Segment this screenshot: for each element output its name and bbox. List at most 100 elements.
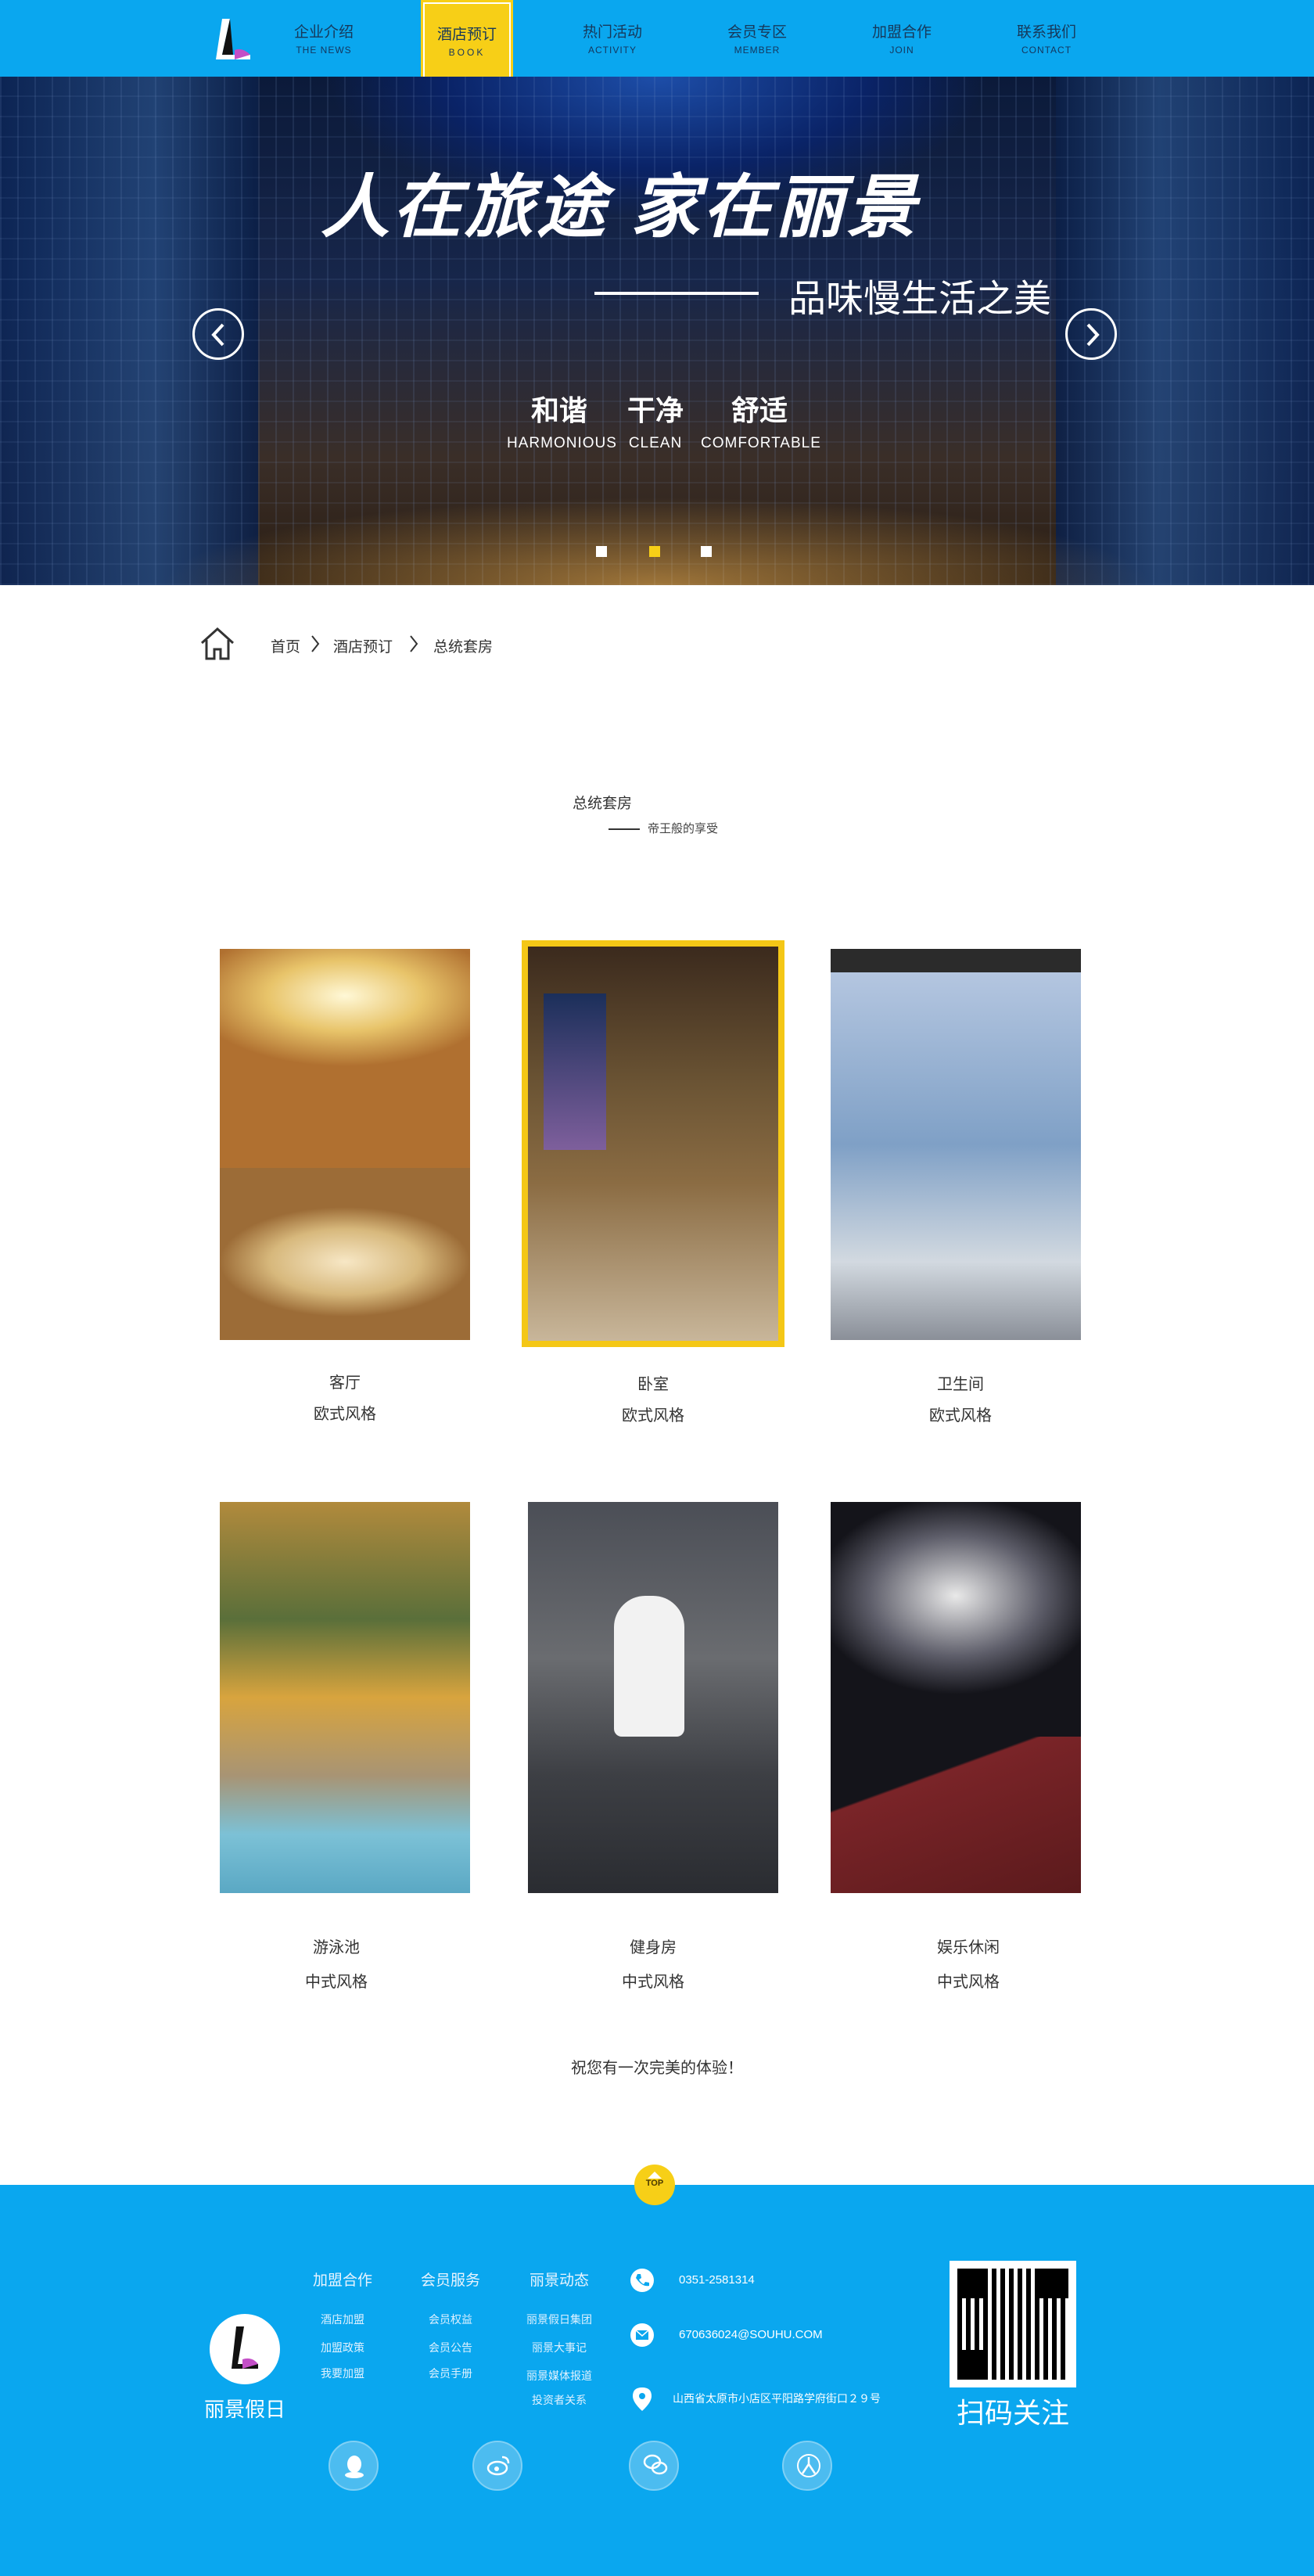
hero-keyword: 干净 CLEAN <box>623 388 688 452</box>
hero-keyword-en: COMFORTABLE <box>701 435 821 451</box>
back-to-top-button[interactable]: TOP <box>634 2165 675 2205</box>
section-subtitle: 帝王般的享受 <box>609 820 718 836</box>
room-caption: 游泳池 中式风格 <box>211 1932 461 1998</box>
nav-label-en: BOOK <box>448 47 486 58</box>
footer <box>0 2185 1314 2576</box>
room-caption: 卧室 欧式风格 <box>528 1369 778 1432</box>
room-name: 娱乐休闲 <box>937 1939 1000 1956</box>
chevron-right-icon <box>1086 323 1100 347</box>
top-label: TOP <box>645 2179 664 2188</box>
footer-link[interactable]: 会员权益 <box>404 2305 497 2333</box>
hero-subtitle: 品味慢生活之美 <box>788 278 1052 320</box>
chevron-left-icon <box>211 323 224 347</box>
nav-label: 联系我们 <box>1016 24 1076 41</box>
room-name: 健身房 <box>630 1939 677 1956</box>
prev-slide-button[interactable] <box>192 308 244 360</box>
nav-item-book[interactable]: 酒店预订 BOOK <box>421 0 513 88</box>
room-style: 中式风格 <box>622 1974 684 1991</box>
nav-item-join[interactable]: 加盟合作 JOIN <box>854 0 950 77</box>
footer-col-heading: 会员服务 <box>420 2272 480 2289</box>
nav-item-news[interactable]: 企业介绍 THE NEWS <box>276 0 372 77</box>
footer-link[interactable]: 丽景假日集团 <box>512 2305 606 2333</box>
nav-label-en: JOIN <box>889 45 914 56</box>
slide-dot[interactable] <box>701 546 712 557</box>
nav-item-member[interactable]: 会员专区 MEMBER <box>709 0 805 77</box>
footer-link[interactable]: 加盟政策 <box>296 2333 390 2362</box>
next-slide-button[interactable] <box>1065 308 1117 360</box>
footer-link[interactable]: 丽景媒体报道 <box>512 2362 606 2390</box>
weibo-icon[interactable] <box>472 2441 522 2491</box>
location-icon <box>630 2386 654 2411</box>
qr-code-pattern <box>957 2269 1068 2380</box>
hero-keyword: 舒适 COMFORTABLE <box>701 388 821 452</box>
phone-icon <box>630 2269 654 2292</box>
footer-column-member: 会员服务 会员权益 会员公告 会员手册 <box>404 2269 497 2385</box>
room-name: 客厅 <box>329 1374 361 1392</box>
nav-label-en: MEMBER <box>734 45 781 56</box>
hero-keyword-zh: 干净 <box>626 394 684 426</box>
footer-link[interactable]: 投资者关系 <box>512 2390 606 2410</box>
wechat-icon[interactable] <box>629 2441 679 2491</box>
footer-link[interactable]: 我要加盟 <box>296 2362 390 2385</box>
room-photo-entertainment[interactable] <box>831 1502 1081 1893</box>
room-style: 中式风格 <box>305 1974 368 1991</box>
nav-label: 加盟合作 <box>871 24 932 41</box>
room-caption: 卫生间 欧式风格 <box>835 1369 1086 1432</box>
home-icon[interactable] <box>199 626 236 662</box>
room-photo-living[interactable] <box>220 949 470 1340</box>
qr-code <box>950 2261 1076 2387</box>
footer-link[interactable]: 酒店加盟 <box>296 2305 390 2333</box>
subtitle-rule <box>609 828 640 831</box>
nav-label: 酒店预订 <box>436 27 497 43</box>
nav-label: 企业介绍 <box>293 24 354 41</box>
logo-icon[interactable] <box>211 16 255 63</box>
room-photo-pool[interactable] <box>220 1502 470 1893</box>
breadcrumb-home[interactable]: 首页 <box>271 635 300 656</box>
nav-label-en: ACTIVITY <box>587 45 637 56</box>
room-style: 欧式风格 <box>929 1407 992 1425</box>
nav-label: 热门活动 <box>582 24 642 41</box>
hero-title: 人在旅途 家在丽景 <box>321 168 919 246</box>
room-name: 卫生间 <box>937 1376 984 1393</box>
chevron-right-icon <box>311 635 320 652</box>
room-name: 游泳池 <box>313 1939 360 1956</box>
hero-keyword: 和谐 HARMONIOUS <box>507 388 617 452</box>
nav-item-contact[interactable]: 联系我们 CONTACT <box>999 0 1094 77</box>
top-nav: 企业介绍 THE NEWS 酒店预订 BOOK 热门活动 ACTIVITY 会员… <box>0 0 1314 88</box>
hero-keyword-zh: 和谐 <box>530 394 587 426</box>
nav-item-activity[interactable]: 热门活动 ACTIVITY <box>565 0 660 77</box>
hero-banner: 人在旅途 家在丽景 品味慢生活之美 和谐 HARMONIOUS 干净 CLEAN… <box>0 77 1314 585</box>
room-photo-bathroom[interactable] <box>831 949 1081 1340</box>
contact-text: 山西省太原市小店区平阳路学府街口２９号 <box>673 2392 881 2405</box>
renren-icon[interactable] <box>782 2441 832 2491</box>
footer-brand: 丽景假日 <box>203 2398 285 2421</box>
caret-up-icon <box>648 2172 662 2179</box>
room-style: 欧式风格 <box>314 1406 376 1423</box>
room-photo-gym[interactable] <box>528 1502 778 1893</box>
qr-label: 扫码关注 <box>956 2397 1069 2429</box>
room-style: 欧式风格 <box>622 1407 684 1425</box>
slide-dot-active[interactable] <box>649 546 660 557</box>
breadcrumb-current: 总统套房 <box>433 639 494 656</box>
nav-label-en: THE NEWS <box>296 45 352 56</box>
room-caption: 健身房 中式风格 <box>528 1932 778 1998</box>
footer-link[interactable]: 丽景大事记 <box>512 2333 606 2362</box>
hero-keyword-en: HARMONIOUS <box>507 435 617 451</box>
footer-column-news: 丽景动态 丽景假日集团 丽景大事记 丽景媒体报道 投资者关系 <box>512 2269 606 2410</box>
section-subtitle-text: 帝王般的享受 <box>648 822 719 835</box>
breadcrumb-booking[interactable]: 酒店预订 <box>333 635 393 656</box>
hero-keyword-zh: 舒适 <box>731 394 788 426</box>
slide-dot[interactable] <box>596 546 607 557</box>
contact-text[interactable]: 670636024@SOUHU.COM <box>679 2328 823 2341</box>
footer-link[interactable]: 会员手册 <box>404 2362 497 2385</box>
chevron-right-icon <box>410 635 418 652</box>
hero-keyword-en: CLEAN <box>628 435 683 451</box>
footer-link[interactable]: 会员公告 <box>404 2333 497 2362</box>
room-caption: 娱乐休闲 中式风格 <box>843 1932 1093 1998</box>
section-title: 总统套房 <box>572 796 632 812</box>
qq-icon[interactable] <box>328 2441 379 2491</box>
nav-label: 会员专区 <box>727 24 787 41</box>
footer-col-heading: 加盟合作 <box>312 2272 372 2289</box>
mail-icon <box>630 2323 654 2347</box>
room-photo-bedroom[interactable] <box>522 940 784 1347</box>
